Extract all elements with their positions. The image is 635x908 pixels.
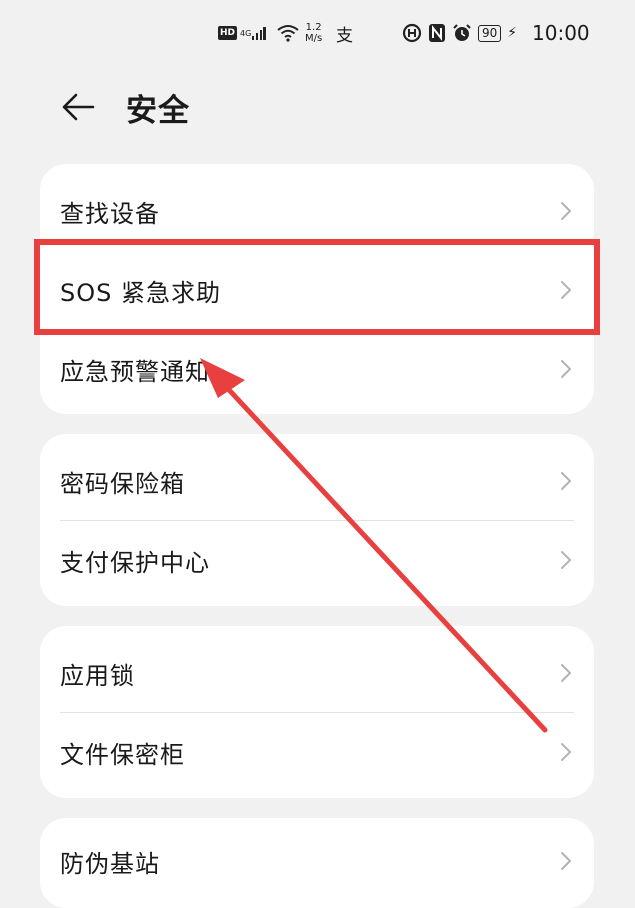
status-time: 10:00 xyxy=(532,21,590,45)
list-item-password-vault[interactable]: 密码保险箱 xyxy=(40,441,594,521)
alarm-icon xyxy=(453,24,471,41)
list-item-label: 应用锁 xyxy=(60,661,135,690)
page-title: 安全 xyxy=(126,92,190,129)
settings-group-4: 防伪基站 xyxy=(40,818,594,908)
network-speed: 1.2 M/s xyxy=(305,22,323,44)
chevron-right-icon xyxy=(561,472,571,490)
chevron-right-icon xyxy=(561,664,571,682)
list-item-label: 密码保险箱 xyxy=(60,469,185,498)
list-item-sos-emergency[interactable]: SOS 紧急求助 xyxy=(40,250,594,330)
page-header: 安全 xyxy=(60,82,190,132)
settings-group-2: 密码保险箱 支付保护中心 xyxy=(40,434,594,606)
list-item-payment-protection[interactable]: 支付保护中心 xyxy=(40,520,594,600)
list-item-emergency-alerts[interactable]: 应急预警通知 xyxy=(40,329,594,409)
list-item-label: 查找设备 xyxy=(60,199,160,228)
list-item-file-safe[interactable]: 文件保密柜 xyxy=(40,712,594,792)
alipay-icon: 支 xyxy=(336,25,353,46)
chevron-right-icon xyxy=(561,852,571,870)
list-item-find-device[interactable]: 查找设备 xyxy=(40,171,594,251)
settings-group-3: 应用锁 文件保密柜 xyxy=(40,626,594,798)
hd-icon: HD xyxy=(218,26,238,40)
chevron-right-icon xyxy=(561,281,571,299)
chevron-right-icon xyxy=(561,743,571,761)
list-item-fake-base-station[interactable]: 防伪基站 xyxy=(40,821,594,901)
chevron-right-icon xyxy=(561,551,571,569)
signal-icon: 4G xyxy=(240,14,266,52)
status-icons-right: 90 ⚡ xyxy=(402,14,517,52)
data-saver-icon xyxy=(402,23,422,43)
nfc-icon xyxy=(429,24,445,42)
charging-icon: ⚡ xyxy=(507,25,518,41)
wifi-icon xyxy=(276,14,300,52)
list-item-label: 支付保护中心 xyxy=(60,548,210,577)
status-bar: HD 4G 1.2 M/s 支 90 ⚡ 10:00 xyxy=(0,14,635,52)
list-item-app-lock[interactable]: 应用锁 xyxy=(40,633,594,713)
arrow-left-icon xyxy=(62,93,95,121)
settings-group-1: 查找设备 SOS 紧急求助 应急预警通知 xyxy=(40,164,594,414)
list-item-label: 文件保密柜 xyxy=(60,740,185,769)
list-item-label: 应急预警通知 xyxy=(60,357,210,386)
chevron-right-icon xyxy=(561,202,571,220)
chevron-right-icon xyxy=(561,360,571,378)
back-button[interactable] xyxy=(60,89,96,125)
list-item-label: 防伪基站 xyxy=(60,849,160,878)
battery-icon: 90 xyxy=(478,24,502,42)
list-item-label: SOS 紧急求助 xyxy=(60,278,221,307)
